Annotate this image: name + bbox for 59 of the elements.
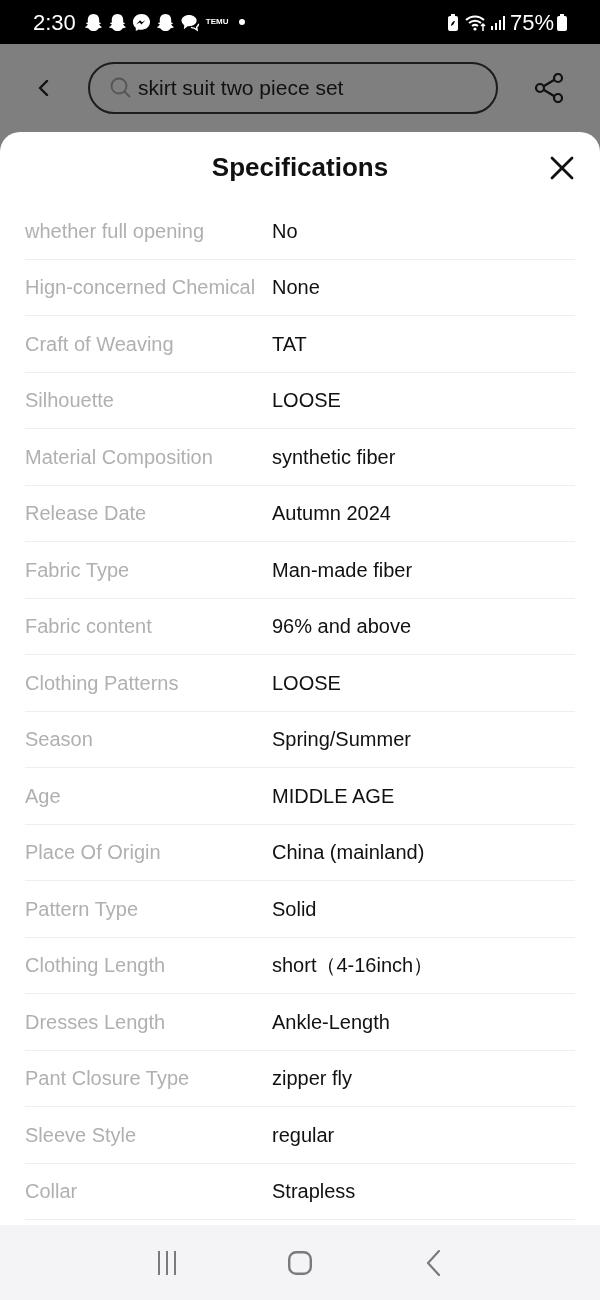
spec-label: Hign-concerned Chemical xyxy=(25,275,256,301)
signal-icon xyxy=(490,14,505,30)
share-icon xyxy=(535,73,565,103)
search-field[interactable]: skirt suit two piece set xyxy=(88,62,498,114)
spec-label: Season xyxy=(25,727,93,753)
spec-value: zipper fly xyxy=(272,1066,353,1092)
battery-icon xyxy=(557,13,567,31)
spec-label: Material Composition xyxy=(25,444,213,470)
home-icon xyxy=(288,1250,312,1275)
spec-label: Fabric content xyxy=(25,614,152,640)
ghost-icon xyxy=(155,12,175,32)
spec-value: Spring/Summer xyxy=(272,727,411,753)
spec-value: 96% and above xyxy=(272,614,411,640)
spec-label: Fabric Type xyxy=(25,557,130,583)
spec-label: Release Date xyxy=(25,501,147,527)
spec-label: Sleeve Style xyxy=(25,1122,137,1148)
ghost-icon xyxy=(83,12,103,32)
spec-value: regular xyxy=(272,1122,335,1148)
app-label: TEMU xyxy=(205,18,229,26)
spec-value: TAT xyxy=(272,331,307,357)
spec-value: short（4-16inch） xyxy=(272,953,434,979)
messenger-icon xyxy=(131,12,151,32)
spec-value: MIDDLE AGE xyxy=(272,783,395,809)
battery-percentage: 75% xyxy=(509,8,554,37)
spec-value: Autumn 2024 xyxy=(272,501,391,527)
spec-value: Ankle-Length xyxy=(272,1009,390,1035)
search-icon xyxy=(110,77,131,98)
chevron-left-icon xyxy=(37,79,49,97)
spec-label: Silhouette xyxy=(25,388,114,414)
close-button[interactable] xyxy=(548,154,576,182)
spec-value: No xyxy=(272,218,298,244)
battery-saver-icon xyxy=(446,13,459,31)
sheet-title: Specifications xyxy=(211,151,389,184)
spec-value: LOOSE xyxy=(272,388,341,414)
chevron-left-icon xyxy=(425,1249,441,1276)
spec-value: Strapless xyxy=(272,1179,356,1205)
spec-label: Craft of Weaving xyxy=(25,331,174,357)
spec-label: Clothing Length xyxy=(25,953,166,979)
spec-value: synthetic fiber xyxy=(272,444,396,470)
spec-value: None xyxy=(272,275,320,301)
clock-time: 2:30 xyxy=(33,8,76,37)
notification-dot-icon xyxy=(238,19,245,25)
spec-label: Dresses Length xyxy=(25,1009,166,1035)
spec-value: Man-made fiber xyxy=(272,557,413,583)
ghost-icon xyxy=(107,12,127,32)
spec-label: Age xyxy=(25,783,61,809)
spec-label: Collar xyxy=(25,1179,78,1205)
chat-bubble-icon xyxy=(179,12,200,32)
wifi-icon xyxy=(464,13,487,31)
spec-label: Pattern Type xyxy=(25,896,139,922)
spec-value: China (mainland) xyxy=(272,840,425,866)
spec-label: Place Of Origin xyxy=(25,840,161,866)
spec-label: whether full opening xyxy=(25,218,204,244)
recent-apps-icon xyxy=(157,1250,176,1275)
spec-value: Solid xyxy=(272,896,317,922)
close-icon xyxy=(550,156,574,180)
spec-value: LOOSE xyxy=(272,670,341,696)
spec-label: Pant Closure Type xyxy=(25,1066,190,1092)
spec-label: Clothing Patterns xyxy=(25,670,179,696)
